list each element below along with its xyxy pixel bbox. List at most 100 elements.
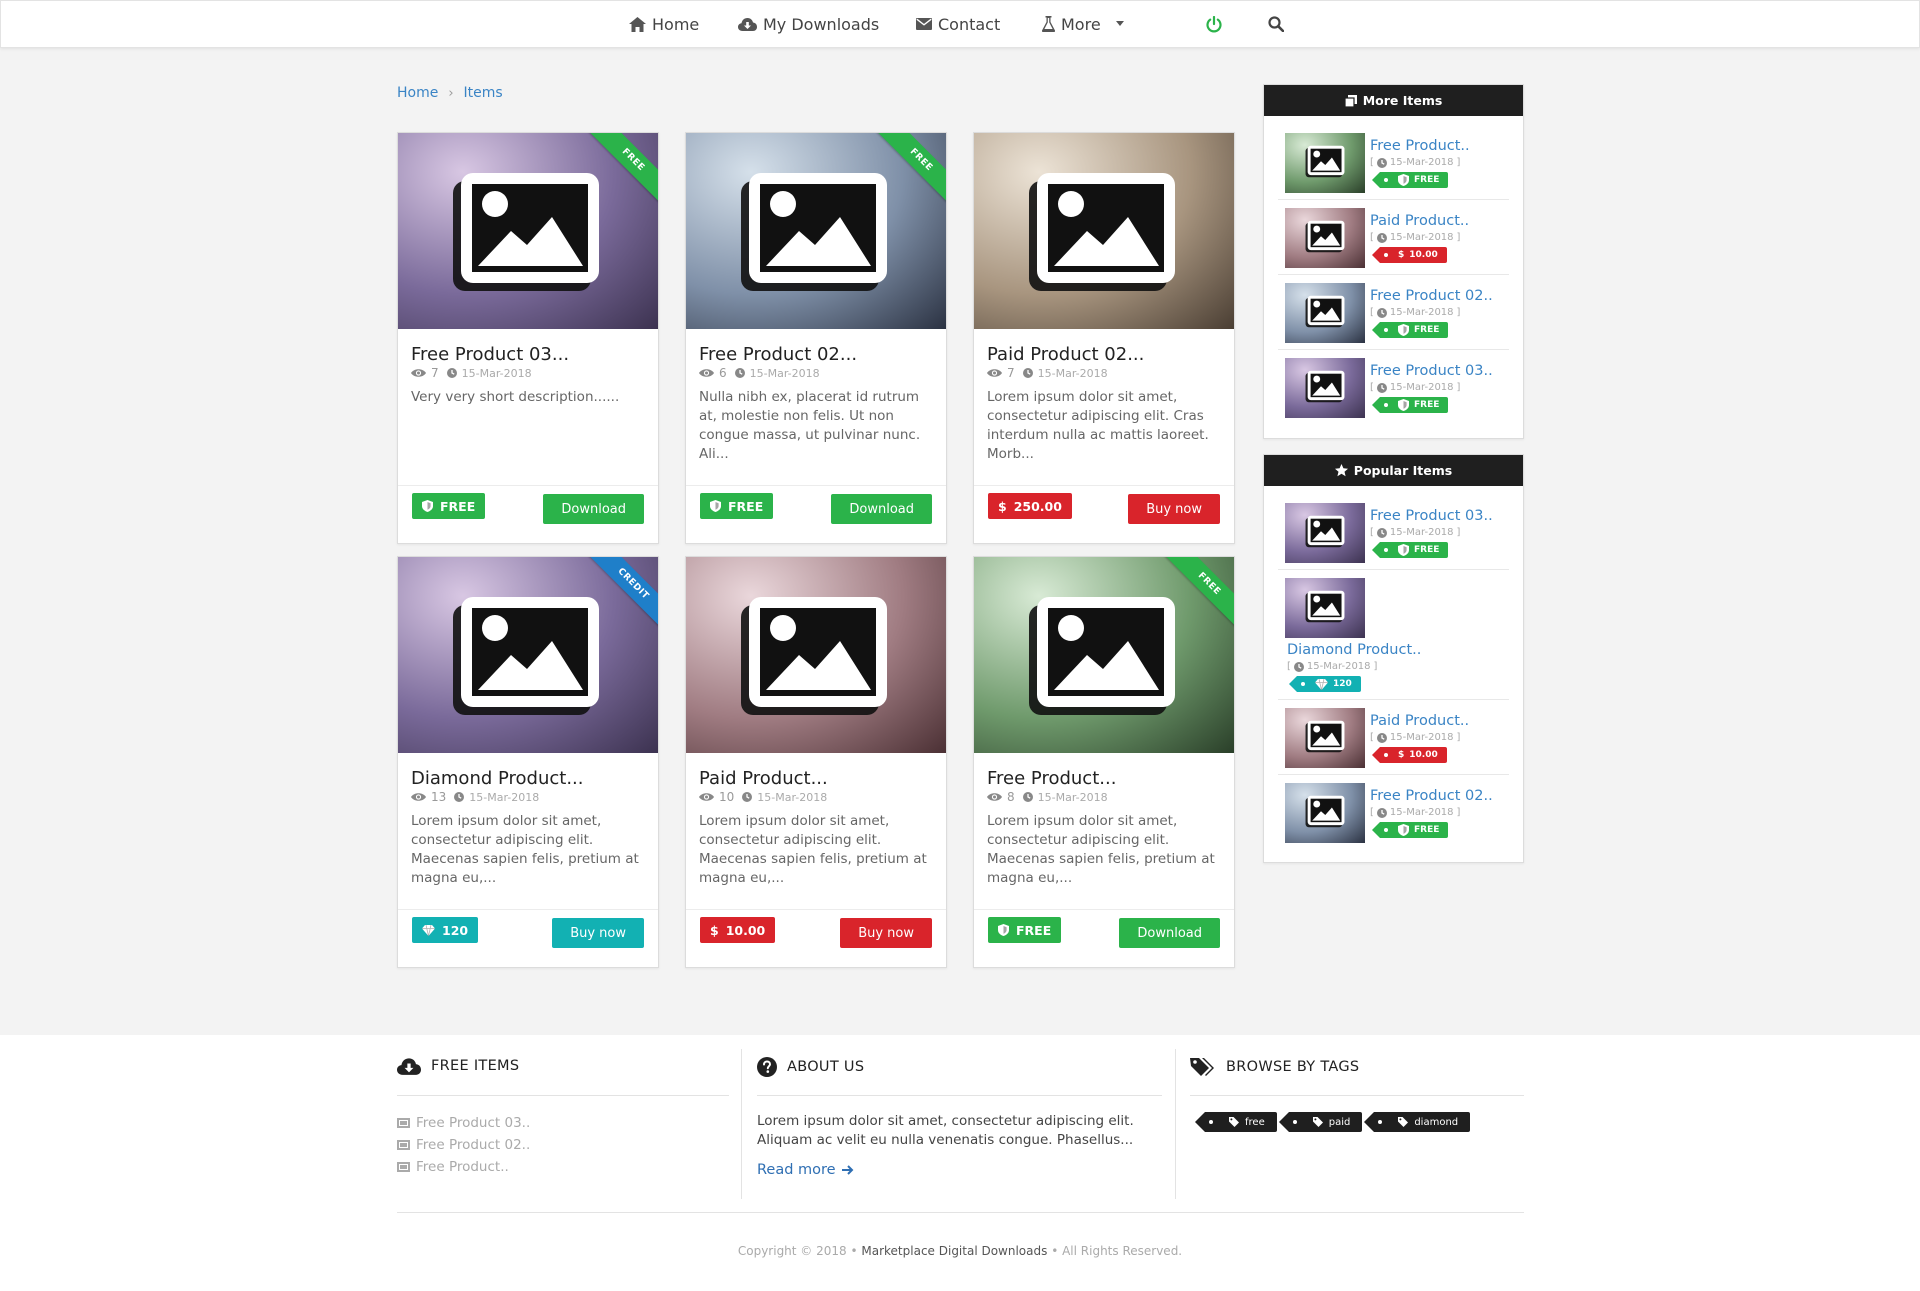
sidebar-item-thumbnail[interactable] <box>1285 283 1365 343</box>
sidebar-item-thumbnail[interactable] <box>1285 503 1365 563</box>
view-count: 10 <box>719 790 735 804</box>
popular-items-title: Popular Items <box>1353 463 1453 478</box>
breadcrumb-items[interactable]: Items <box>464 85 503 101</box>
product-description: Lorem ipsum dolor sit amet, consectetur … <box>699 813 927 886</box>
free-item-link[interactable]: Free Product.. <box>397 1156 530 1178</box>
date-text: 15-Mar-2018 <box>1389 382 1454 393</box>
download-button[interactable]: Download <box>831 494 932 524</box>
product-date: 15-Mar-2018 <box>757 790 828 804</box>
sidebar-item-title[interactable]: Free Product 03.. <box>1370 508 1493 524</box>
product-title[interactable]: Free Product... <box>987 768 1116 789</box>
sidebar-item-title[interactable]: Free Product 03.. <box>1370 363 1493 379</box>
product-title[interactable]: Free Product 03... <box>411 344 569 365</box>
nav-contact[interactable]: Contact <box>916 1 1000 47</box>
image-placeholder-icon <box>1305 295 1345 328</box>
buy-now-button[interactable]: Buy now <box>552 918 644 948</box>
popular-items-widget: Popular Items Free Product 03.. [15-Mar-2… <box>1263 454 1524 863</box>
footer-divider <box>397 1095 729 1096</box>
envelope-icon <box>916 18 932 30</box>
cloud-download-icon <box>397 1058 421 1075</box>
bracket: ] <box>1456 382 1461 393</box>
image-placeholder-icon <box>1305 590 1345 623</box>
brand-link[interactable]: Marketplace Digital Downloads <box>861 1244 1047 1258</box>
product-card: Paid Product... 10 15-Mar-2018 Lorem ipsum … <box>685 556 947 968</box>
sidebar-item-thumbnail[interactable] <box>1285 133 1365 193</box>
sidebar-item: Paid Product.. [15-Mar-2018] $10.00 <box>1278 700 1509 775</box>
nav-more-dropdown[interactable]: More <box>1042 1 1125 47</box>
sidebar-item-thumbnail[interactable] <box>1285 358 1365 418</box>
product-thumbnail[interactable]: CREDIT <box>398 557 658 753</box>
sidebar-item-thumbnail[interactable] <box>1285 578 1365 638</box>
dollar-icon: $ <box>998 498 1007 514</box>
browse-tags-heading: BROWSE BY TAGS <box>1190 1057 1359 1077</box>
eye-icon <box>699 793 714 801</box>
image-placeholder-icon <box>1029 173 1175 291</box>
ticket-icon <box>397 1162 410 1172</box>
product-thumbnail[interactable]: FREE <box>686 133 946 329</box>
download-button[interactable]: Download <box>1119 918 1220 948</box>
nav-my-downloads[interactable]: My Downloads <box>738 1 879 47</box>
more-items-header: More Items <box>1264 85 1523 116</box>
nav-home[interactable]: Home <box>629 1 699 47</box>
product-card: FREE Free Product 02... 6 15-Mar-2018 Nulla … <box>685 132 947 544</box>
search-icon <box>1268 16 1284 32</box>
sidebar-price-tag: 120 <box>1289 676 1361 692</box>
sidebar-item-title[interactable]: Paid Product.. <box>1370 713 1469 729</box>
tag-label: diamond <box>1414 1116 1459 1128</box>
product-title[interactable]: Free Product 02... <box>699 344 857 365</box>
product-thumbnail[interactable]: FREE <box>974 557 1234 753</box>
product-title[interactable]: Paid Product... <box>699 768 828 789</box>
product-card: CREDIT Diamond Product... 13 15-Mar-2018 Lor… <box>397 556 659 968</box>
buy-now-button[interactable]: Buy now <box>1128 494 1220 524</box>
sidebar-item-title[interactable]: Diamond Product.. <box>1287 642 1421 658</box>
about-us-text: Lorem ipsum dolor sit amet, consectetur … <box>757 1113 1134 1148</box>
nav-more-label: More <box>1061 14 1101 34</box>
nav-home-label: Home <box>652 14 700 34</box>
product-thumbnail[interactable] <box>974 133 1234 329</box>
sidebar-item-title[interactable]: Free Product.. <box>1370 138 1470 154</box>
product-date: 15-Mar-2018 <box>469 790 540 804</box>
clock-icon <box>1022 368 1033 378</box>
product-thumbnail[interactable] <box>686 557 946 753</box>
price-value: FREE <box>1414 825 1440 835</box>
tags-icon <box>1190 1058 1214 1076</box>
download-button[interactable]: Download <box>543 494 644 524</box>
card-divider <box>398 485 658 486</box>
login-power-button[interactable] <box>1206 1 1222 47</box>
date-text: 15-Mar-2018 <box>1389 307 1454 318</box>
sidebar-item-thumbnail[interactable] <box>1285 708 1365 768</box>
image-placeholder-icon <box>1305 145 1345 178</box>
free-item-link[interactable]: Free Product 03.. <box>397 1112 530 1134</box>
price-badge: FREE <box>412 493 486 519</box>
bracket: [ <box>1287 661 1291 672</box>
shield-icon <box>422 500 433 512</box>
price-value: 250.00 <box>1013 498 1062 514</box>
tag-free[interactable]: free <box>1195 1112 1277 1132</box>
free-item-link[interactable]: Free Product 02.. <box>397 1134 530 1156</box>
product-card: Paid Product 02... 7 15-Mar-2018 Lorem ipsu… <box>973 132 1235 544</box>
product-description: Lorem ipsum dolor sit amet, consectetur … <box>411 813 639 886</box>
sidebar-item-thumbnail[interactable] <box>1285 783 1365 843</box>
read-more-link[interactable]: Read more <box>757 1162 854 1178</box>
sidebar-item-thumbnail[interactable] <box>1285 208 1365 268</box>
dollar-icon: $ <box>710 922 719 938</box>
tag-paid[interactable]: paid <box>1278 1112 1363 1132</box>
breadcrumb-home[interactable]: Home <box>397 85 438 101</box>
price-value: 120 <box>442 922 469 938</box>
product-thumbnail[interactable]: FREE <box>398 133 658 329</box>
price-value: FREE <box>728 498 764 514</box>
tag-label: free <box>1245 1116 1265 1128</box>
tag-diamond[interactable]: diamond <box>1364 1112 1471 1132</box>
sidebar-item-title[interactable]: Free Product 02.. <box>1370 788 1493 804</box>
sidebar-item-title[interactable]: Free Product 02.. <box>1370 288 1493 304</box>
buy-now-button[interactable]: Buy now <box>840 918 932 948</box>
product-title[interactable]: Paid Product 02... <box>987 344 1144 365</box>
sidebar-item-title[interactable]: Paid Product.. <box>1370 213 1469 229</box>
clock-icon <box>1376 157 1387 168</box>
sidebar-price-tag: FREE <box>1371 542 1449 558</box>
bracket: [ <box>1370 232 1374 243</box>
product-title[interactable]: Diamond Product... <box>411 768 584 789</box>
sidebar-item-date: [15-Mar-2018] <box>1370 382 1460 393</box>
search-button[interactable] <box>1268 1 1284 47</box>
popular-items-header: Popular Items <box>1264 455 1523 486</box>
